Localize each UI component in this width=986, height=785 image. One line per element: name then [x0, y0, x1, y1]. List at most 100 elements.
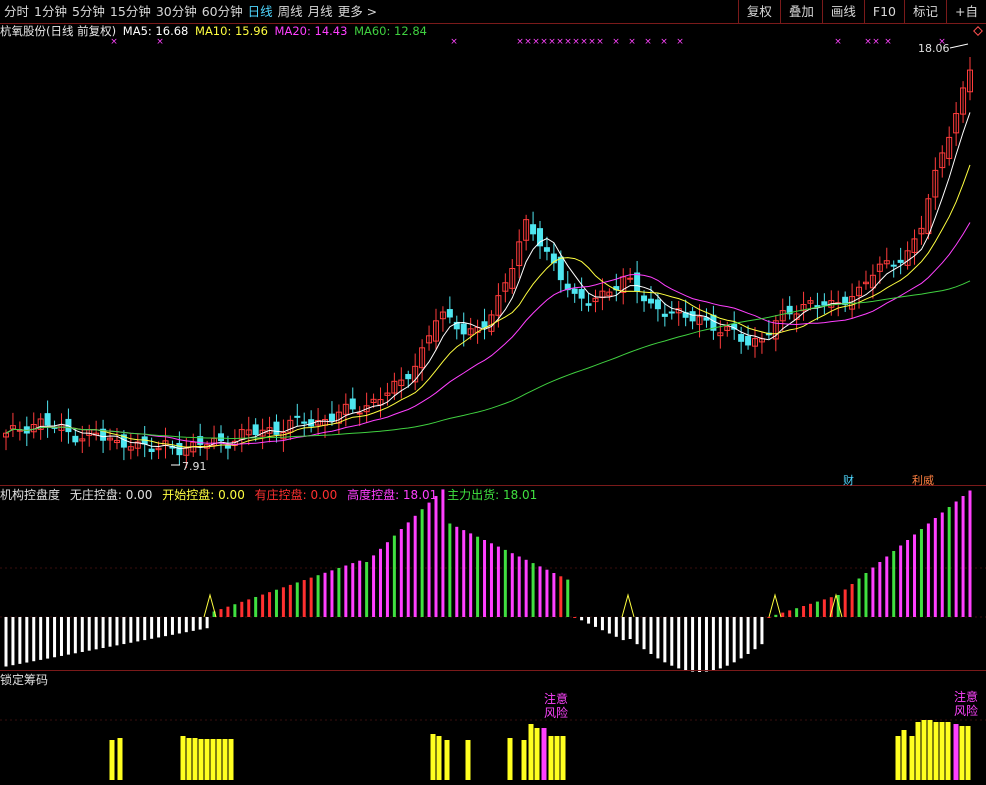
- indicator-bar: [441, 489, 445, 617]
- candle-body: [273, 421, 280, 435]
- indicator-bar: [115, 617, 119, 646]
- candle-body: [252, 424, 259, 436]
- indicator-bar: [489, 543, 493, 617]
- indicator-bar: [87, 617, 91, 651]
- indicator-bar: [850, 584, 854, 617]
- lock-bar: [554, 736, 560, 780]
- signal-marker: ×: [676, 37, 684, 47]
- indicator-bar: [80, 617, 84, 652]
- candle-body: [405, 374, 412, 380]
- indicator-bar: [184, 617, 188, 633]
- indicator-bar: [684, 617, 688, 671]
- indicator-bar: [607, 617, 611, 634]
- lock-bar: [180, 736, 186, 780]
- benefit-badge[interactable]: 利威: [912, 472, 934, 488]
- candle-body: [578, 289, 585, 299]
- indicator-bar: [760, 617, 764, 645]
- indicator-bar: [517, 556, 521, 617]
- indicator-bar: [545, 569, 549, 617]
- indicator-bar: [483, 540, 487, 617]
- candle-body: [72, 435, 79, 443]
- lock-bar: [430, 734, 436, 780]
- lock-bar: [895, 736, 901, 780]
- indicator-bar: [663, 617, 667, 663]
- candle-body: [585, 303, 592, 306]
- lock-bar: [939, 722, 945, 780]
- indicator-bar: [531, 563, 535, 617]
- candle-body: [745, 335, 752, 346]
- candle-body: [890, 264, 897, 267]
- risk-warning: 注意风险: [953, 690, 978, 718]
- indicator-bar: [379, 548, 383, 617]
- indicator-bar: [365, 562, 369, 617]
- lock-bar: [192, 738, 198, 780]
- indicator-bar: [496, 546, 500, 617]
- indicator-bar: [385, 542, 389, 617]
- indicator-bar: [59, 617, 63, 656]
- candle-body: [647, 298, 654, 304]
- signal-marker: ×: [596, 37, 604, 47]
- high-price-label: 18.06: [918, 42, 950, 55]
- indicator-bar: [593, 617, 597, 627]
- candle-body: [668, 311, 675, 314]
- ma-line: [5, 222, 971, 446]
- indicator-bar: [150, 617, 154, 639]
- indicator2-title: 锁定筹码: [0, 673, 49, 687]
- signal-marker: ×: [450, 37, 458, 47]
- indicator-bar: [767, 617, 771, 618]
- signal-marker: ×: [572, 37, 580, 47]
- signal-marker: ×: [532, 37, 540, 47]
- indicator-bar: [240, 601, 244, 617]
- ind1-item: 主力出货: 18.01: [447, 488, 538, 502]
- candle-body: [641, 295, 648, 302]
- indicator-bar: [191, 617, 195, 631]
- indicator-bar: [170, 617, 174, 635]
- signal-marker: ×: [580, 37, 588, 47]
- indicator-bar: [309, 577, 313, 617]
- indicator-bar: [323, 572, 327, 617]
- lock-bar: [228, 739, 234, 780]
- indicator-bar: [32, 617, 36, 662]
- indicator-bar: [919, 529, 923, 617]
- indicator-bar: [649, 617, 653, 654]
- indicator-bar: [795, 608, 799, 617]
- candle-body: [328, 413, 335, 422]
- indicator-bar: [268, 592, 272, 617]
- low-price-label: 7.91: [182, 460, 207, 473]
- indicator-bar: [691, 617, 695, 672]
- indicator-bar: [136, 617, 140, 642]
- lock-bar: [901, 730, 907, 780]
- signal-marker: ×: [628, 37, 636, 47]
- indicator-bar: [718, 617, 722, 669]
- indicator-bar: [164, 617, 168, 637]
- indicator-bar: [129, 617, 133, 643]
- indicator-bar: [108, 617, 112, 647]
- panel-divider: [0, 485, 986, 486]
- ind1-item: 无庄控盘: 0.00: [69, 488, 153, 502]
- lock-bar: [933, 722, 939, 780]
- indicator-bar: [566, 579, 570, 617]
- lock-bar: [927, 720, 933, 780]
- lock-bar: [507, 738, 513, 780]
- signal-marker: ×: [564, 37, 572, 47]
- indicator-bar: [11, 617, 15, 666]
- indicator-bar: [427, 502, 431, 617]
- indicator-bar: [413, 515, 417, 617]
- lock-bar: [953, 724, 959, 780]
- indicator-bar: [448, 523, 452, 617]
- indicator-bar: [538, 566, 542, 617]
- indicator-bar: [476, 536, 480, 617]
- ind1-item: 开始控盘: 0.00: [162, 488, 245, 502]
- indicator-bar: [288, 584, 292, 617]
- candle-body: [634, 272, 641, 292]
- finance-badge[interactable]: 财: [843, 472, 854, 488]
- signal-marker: ×: [516, 37, 524, 47]
- indicator-bar: [822, 599, 826, 617]
- candle-body: [661, 313, 668, 317]
- indicator-bar: [573, 617, 577, 618]
- signal-marker: ×: [660, 37, 668, 47]
- signal-marker: ×: [644, 37, 652, 47]
- kline-chart[interactable]: × × × × × × × × × × × × × × × × × × × × × × × ×: [0, 0, 986, 785]
- ind1-item: 有庄控盘: 0.00: [254, 488, 338, 502]
- lock-bar: [109, 740, 115, 780]
